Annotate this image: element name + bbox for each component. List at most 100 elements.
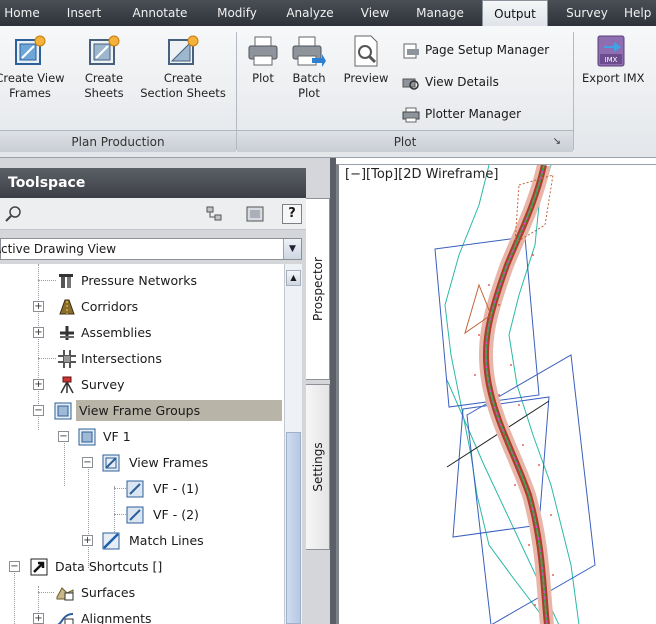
intersections-icon [58,350,76,368]
view-frames-icon [102,454,120,472]
collapse-icon[interactable]: − [58,431,69,442]
chevron-down-icon[interactable]: ▼ [283,239,301,259]
tab-modify[interactable]: Modify [212,0,262,26]
toolspace-palette: Toolspace ? Active Drawing View ▼ Pressu… [0,158,330,624]
prospector-tree: Pressure Networks + Corridors + Assembli… [0,264,284,624]
tree-item-label: View Frames [129,455,209,470]
expand-icon[interactable]: + [82,535,93,546]
tree-item-vf-2-frame[interactable]: VF - (2) [0,502,284,527]
tab-annotate[interactable]: Annotate [128,0,192,26]
svg-text:IMX: IMX [605,56,618,64]
create-sheets-icon [87,34,121,68]
tree-item-label: View Frame Groups [76,400,282,421]
assemblies-icon [58,324,76,342]
corridor-drawing [434,165,596,624]
toolspace-toolbar: ? [0,198,306,230]
tree-item-pressure-networks[interactable]: Pressure Networks [0,268,284,293]
expand-icon[interactable]: + [33,301,44,312]
plotter-manager-button[interactable]: Plotter Manager [402,104,521,124]
tree-connector [38,592,54,593]
tree-item-match-lines[interactable]: + Match Lines [0,528,284,553]
scrollbar-thumb[interactable] [286,432,301,624]
tab-settings-label: Settings [310,442,325,492]
ribbon-panel: Create View Frames Create Sheets Create … [0,26,656,158]
tree-connector [38,358,56,359]
view-details-icon [402,75,420,91]
create-sheets-button[interactable]: Create Sheets [72,34,136,101]
tree-item-label: Corridors [81,299,139,314]
expand-icon[interactable]: + [33,613,44,624]
surfaces-icon [56,584,74,602]
tab-prospector[interactable]: Prospector [306,198,330,380]
preview-button[interactable]: Preview [338,34,394,86]
tree-item-label: Alignments [81,611,152,624]
create-view-frames-button[interactable]: Create View Frames [0,34,74,101]
create-section-sheets-button[interactable]: Create Section Sheets [136,34,230,101]
magnifier-icon[interactable] [2,204,24,224]
view-details-button[interactable]: View Details [402,72,499,92]
tab-view[interactable]: View [356,0,394,26]
create-view-frames-label-1: Create View [0,71,65,85]
tree-item-label: Intersections [81,351,162,366]
dialog-launcher-icon[interactable]: ↘ [553,131,561,153]
drawing-viewport[interactable]: [−][Top][2D Wireframe] [336,164,656,624]
expand-icon[interactable]: + [33,327,44,338]
tree-item-view-frames[interactable]: − View Frames [0,450,284,475]
tree-item-label: Assemblies [81,325,152,340]
tree-item-corridors[interactable]: + Corridors [0,294,284,319]
help-button[interactable]: ? [282,204,302,224]
tab-settings[interactable]: Settings [306,384,330,550]
view-select-dropdown[interactable]: Active Drawing View ▼ [0,238,302,260]
tree-item-view-frame-groups[interactable]: − View Frame Groups [0,398,284,423]
tab-prospector-label: Prospector [310,257,325,321]
tree-item-vf-1-frame[interactable]: VF - (1) [0,476,284,501]
tab-manage[interactable]: Manage [410,0,470,26]
tab-help[interactable]: Help [624,0,656,26]
tree-item-alignments[interactable]: + Alignments [0,606,284,624]
tree-item-assemblies[interactable]: + Assemblies [0,320,284,345]
plot-label: Plot [252,71,274,85]
ribbon-tab-bar: Home Insert Annotate Modify Analyze View… [0,0,656,27]
tab-home[interactable]: Home [0,0,48,26]
batch-plot-button[interactable]: Batch Plot [286,34,332,101]
pressure-networks-icon [58,272,76,290]
collapse-icon[interactable]: − [82,457,93,468]
match-lines-icon [102,532,120,550]
collapse-icon[interactable]: − [33,405,44,416]
list-view-icon[interactable] [244,204,266,224]
corridors-icon [58,298,76,316]
tree-item-vf-1[interactable]: − VF 1 [0,424,284,449]
plot-button[interactable]: Plot [242,34,284,86]
plan-production-panel-title[interactable]: Plan Production [0,130,236,152]
tree-item-data-shortcuts[interactable]: − Data Shortcuts [] [0,554,284,579]
tree-view-icon[interactable] [204,204,226,224]
export-imx-icon: IMX [594,34,628,68]
view-frame-group-icon [78,428,96,446]
viewport-controls-label[interactable]: [−][Top][2D Wireframe] [345,167,498,182]
toolspace-title[interactable]: Toolspace [0,168,306,198]
tree-item-surfaces[interactable]: Surfaces [0,580,284,605]
tree-item-intersections[interactable]: Intersections [0,346,284,371]
export-imx-label: Export IMX [582,71,645,85]
create-section-sheets-label-2: Section Sheets [140,86,226,100]
tab-output[interactable]: Output [482,0,548,27]
scroll-up-icon[interactable]: ▲ [286,270,301,286]
expand-icon[interactable]: + [33,379,44,390]
page-setup-manager-button[interactable]: Page Setup Manager [402,40,549,60]
printer-icon [246,34,280,68]
export-imx-button[interactable]: IMX Export IMX [578,34,656,86]
create-sheets-label-2: Sheets [84,86,124,100]
alignments-icon [56,610,74,624]
tree-item-survey[interactable]: + Survey [0,372,284,397]
create-section-sheets-label-1: Create [163,71,203,85]
tab-analyze[interactable]: Analyze [282,0,338,26]
tab-survey[interactable]: Survey [562,0,612,26]
tab-insert[interactable]: Insert [62,0,106,26]
plot-panel-title[interactable]: Plot ↘ [237,130,573,152]
tree-scrollbar[interactable]: ▲ [284,264,302,624]
plotter-manager-icon [402,107,420,123]
create-section-sheets-icon [166,34,200,68]
tree-connector [114,514,126,515]
collapse-icon[interactable]: − [9,561,20,572]
tree-item-label: Surfaces [81,585,136,600]
